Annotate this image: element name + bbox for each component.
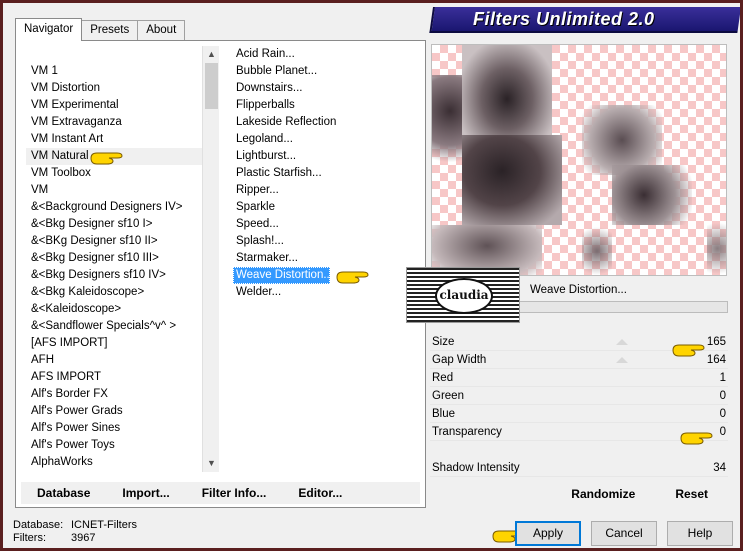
param-row[interactable]: Red 1 xyxy=(430,369,728,387)
category-list[interactable]: VM 1 VM Distortion VM Experimental VM Extra… xyxy=(26,63,211,473)
category-item[interactable]: Alf's Border FX xyxy=(26,386,211,403)
category-item[interactable]: &<Bkg Designer sf10 I> xyxy=(26,216,211,233)
category-item[interactable]: VM Experimental xyxy=(26,97,211,114)
category-item[interactable]: AFH xyxy=(26,352,211,369)
param-name: Blue xyxy=(432,408,456,420)
param-slider-icon[interactable] xyxy=(616,339,628,345)
category-item[interactable]: &<Bkg Kaleidoscope> xyxy=(26,284,211,301)
category-item[interactable]: VM Extravaganza xyxy=(26,114,211,131)
help-button[interactable]: Help xyxy=(667,521,733,546)
filter-item[interactable]: Splash!... xyxy=(233,233,418,250)
category-item[interactable]: VM Instant Art xyxy=(26,131,211,148)
scroll-thumb[interactable] xyxy=(205,63,218,109)
pointer-hand-icon xyxy=(336,271,369,284)
tab-presets[interactable]: Presets xyxy=(81,20,139,40)
database-value: ICNET-Filters xyxy=(71,519,137,531)
param-value: 164 xyxy=(706,354,726,366)
filter-item[interactable]: Downstairs... xyxy=(233,80,418,97)
filters-label: Filters: xyxy=(13,532,46,544)
category-item[interactable]: VM Distortion xyxy=(26,80,211,97)
filter-item[interactable]: Welder... xyxy=(233,284,418,301)
param-value: 1 xyxy=(719,372,726,384)
param-slider-icon[interactable] xyxy=(616,357,628,363)
param-name: Green xyxy=(432,390,464,402)
watermark-logo: claudia xyxy=(406,267,520,323)
filter-item[interactable]: Lightburst... xyxy=(233,148,418,165)
filter-item[interactable]: Weave Distortion... xyxy=(233,267,333,284)
category-item[interactable]: Alf's Power Sines xyxy=(26,420,211,437)
filter-item[interactable]: Ripper... xyxy=(233,182,418,199)
status-area: Database: ICNET-Filters Filters: 3967 xyxy=(13,519,213,548)
window-title: Filters Unlimited 2.0 xyxy=(473,9,655,29)
filter-item[interactable]: Bubble Planet... xyxy=(233,63,418,80)
category-item[interactable]: &<Bkg Designer sf10 III> xyxy=(26,250,211,267)
filters-unlimited-window: Filters Unlimited 2.0 Navigator Presets … xyxy=(0,0,743,551)
filter-item[interactable]: Sparkle xyxy=(233,199,418,216)
pointer-hand-icon xyxy=(680,432,713,445)
scroll-up-icon[interactable]: ▲ xyxy=(203,46,220,63)
param-row[interactable]: Blue 0 xyxy=(430,405,728,423)
category-item[interactable]: AFS IMPORT xyxy=(26,369,211,386)
category-item[interactable]: VM 1 xyxy=(26,63,211,80)
tab-about[interactable]: About xyxy=(137,20,186,40)
preview-filter-name: Weave Distortion... xyxy=(530,284,627,296)
filter-item[interactable]: Legoland... xyxy=(233,131,418,148)
param-value: 0 xyxy=(719,390,726,402)
tab-navigator[interactable]: Navigator xyxy=(15,18,83,41)
panel-button-bar: Database Import... Filter Info... Editor… xyxy=(21,482,420,504)
pointer-hand-icon xyxy=(90,152,123,165)
category-item[interactable]: Alf's Power Grads xyxy=(26,403,211,420)
category-item[interactable]: VM xyxy=(26,182,211,199)
category-item[interactable]: &<BKg Designer sf10 II> xyxy=(26,233,211,250)
category-item[interactable]: &<Bkg Designers sf10 IV> xyxy=(26,267,211,284)
filter-item[interactable]: Starmaker... xyxy=(233,250,418,267)
param-value: 165 xyxy=(706,336,726,348)
database-button[interactable]: Database xyxy=(27,482,100,504)
param-value: 0 xyxy=(719,408,726,420)
filter-item[interactable]: Speed... xyxy=(233,216,418,233)
scroll-down-icon[interactable]: ▼ xyxy=(203,455,220,472)
filter-preview xyxy=(431,44,727,276)
tab-bar: Navigator Presets About xyxy=(15,18,186,41)
database-label: Database: xyxy=(13,519,64,531)
filter-info-button[interactable]: Filter Info... xyxy=(192,482,277,504)
category-item[interactable]: Alf's Power Toys xyxy=(26,437,211,454)
filter-list[interactable]: Acid Rain... Bubble Planet... Downstairs..… xyxy=(233,46,418,306)
watermark-text: claudia xyxy=(439,288,489,302)
param-name: Gap Width xyxy=(432,354,487,366)
param-name: Size xyxy=(432,336,455,348)
editor-button[interactable]: Editor... xyxy=(288,482,352,504)
category-item[interactable]: [AFS IMPORT] xyxy=(26,335,211,352)
filter-item[interactable]: Acid Rain... xyxy=(233,46,418,63)
import-button[interactable]: Import... xyxy=(112,482,179,504)
filter-item[interactable]: Flipperballs xyxy=(233,97,418,114)
randomize-button[interactable]: Randomize xyxy=(561,483,645,505)
filter-item[interactable]: Lakeside Reflection xyxy=(233,114,418,131)
param-value: 0 xyxy=(719,426,726,438)
apply-button[interactable]: Apply xyxy=(515,521,581,546)
param-value: 34 xyxy=(713,462,726,474)
filters-count: 3967 xyxy=(71,532,96,544)
category-scrollbar[interactable]: ▲ ▼ xyxy=(202,46,219,472)
category-item[interactable]: &<Sandflower Specials^v^ > xyxy=(26,318,211,335)
param-name: Shadow Intensity xyxy=(432,462,520,474)
category-item[interactable]: &<Background Designers IV> xyxy=(26,199,211,216)
reset-button[interactable]: Reset xyxy=(665,483,718,505)
category-item[interactable]: AlphaWorks xyxy=(26,454,211,471)
randomize-bar: Randomize Reset xyxy=(430,483,728,505)
param-row[interactable]: Shadow Intensity 34 xyxy=(430,459,728,477)
filter-item[interactable]: Plastic Starfish... xyxy=(233,165,418,182)
param-row[interactable]: Green 0 xyxy=(430,387,728,405)
category-item[interactable]: VM Toolbox xyxy=(26,165,211,182)
category-item[interactable]: &<Kaleidoscope> xyxy=(26,301,211,318)
param-name: Transparency xyxy=(432,426,502,438)
param-name: Red xyxy=(432,372,454,384)
pointer-hand-icon xyxy=(672,344,705,357)
cancel-button[interactable]: Cancel xyxy=(591,521,657,546)
